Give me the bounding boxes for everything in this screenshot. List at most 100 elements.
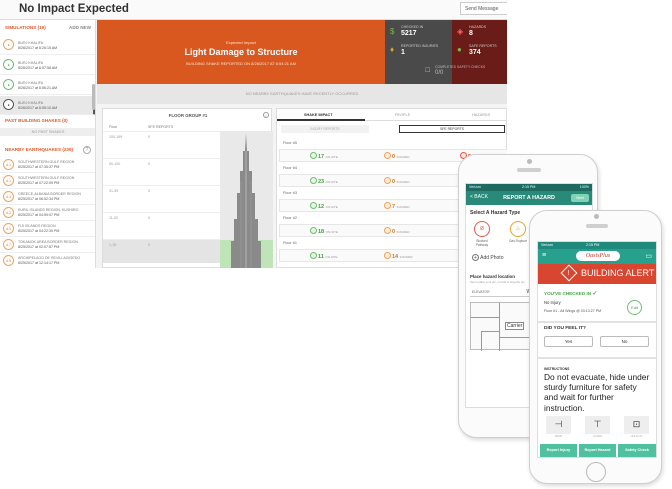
onsite-icon [310,177,317,184]
add-new-button[interactable]: ADD NEW [69,25,91,30]
dashboard: No Impact Expected Send Message SIMULATI… [0,0,507,268]
info-icon[interactable]: i [263,112,269,118]
floor-plan-map[interactable]: Carrier [470,302,537,351]
simulation-item[interactable]: ● BURJ KHALIFA 8/26/2017 at 6:57:58 AM [0,56,95,75]
injured-label: INJURED [396,180,410,184]
battery-label: 100% [579,185,589,189]
no-button[interactable]: No [600,336,649,347]
hold-on-icon: ⊡ [624,416,649,434]
floor-label: Floor #1 [283,241,297,245]
earthquake-date: 8/25/2017 at 04:22:30 PM [18,229,60,233]
earthquake-region: TOKAMOK AREA BORDER REGION [18,240,78,244]
simulation-item[interactable]: ● BURJ KHALIFA 8/26/2017 at 6:55:10 AM [0,96,95,115]
clock-label: 2:15 PM [522,185,536,189]
onsite-label: ON-SITE [325,255,338,259]
injured-icon [384,227,391,234]
simulation-name: BURJ KHALIFA [18,61,44,65]
send-message-button[interactable]: Send Message [460,2,507,15]
col-floor: Floor [109,125,118,129]
notification-icon[interactable]: ▭ [645,252,652,260]
injury-reports-toggle[interactable]: INJURY REPORTS [281,125,369,133]
simulation-item[interactable]: ● BURJ KHALIFA 8/26/2017 at 6:26:15 AM [0,36,95,55]
alert-icon: ! [560,264,578,282]
info-strip: NO NEARBY EARTHQUAKES HAVE RECENTLY OCCU… [97,84,507,104]
col-reports: SFE REPORTS [148,125,174,129]
injured-icon [384,202,391,209]
floor-select[interactable]: ELEVATOR W2 [470,288,536,297]
earthquake-item[interactable]: 4.3 GREECE-ALBANIA BORDER REGION 8/25/20… [0,189,95,205]
plan-location-label: Carrier [505,322,525,330]
earthquake-region: SOUTHWESTERN GULF REGION [18,160,75,164]
edit-button[interactable]: Edit [627,300,642,315]
floor-range: 11-30 [109,216,118,220]
sfe-reports-toggle[interactable]: SFE REPORTS [399,125,505,133]
tab-shake-impact[interactable]: SHAKE IMPACT [304,113,333,117]
earthquake-region: KURIL ISLANDS REGION, KUSHIRO [18,208,79,212]
yes-button[interactable]: Yes [544,336,593,347]
earthquake-item[interactable]: 4.1 SOUTHWESTERN GULF REGION 8/25/2017 a… [0,157,95,173]
injured-value: 0 [392,154,396,160]
simulations-header-label: SIMULATIONS (19) [5,25,46,30]
sidebar-scrollbar[interactable] [92,84,95,110]
banner-headline: Light Damage to Structure [184,47,298,57]
impact-banner: Expected Impact Light Damage to Structur… [97,20,385,84]
did-you-feel-it: DID YOU FEEL IT? [544,326,586,331]
add-photo-button[interactable]: + Add Photo [472,254,503,261]
magnitude-badge: 4.5 [3,255,14,266]
floor-range-row[interactable]: 31-59 0 [103,185,220,209]
carrier-label: Verizon [541,243,553,247]
checked-in-label: YOU'VE CHECKED IN [544,291,592,296]
simulation-item[interactable]: ● BURJ KHALIFA 8/26/2017 at 6:56:21 AM [0,76,95,95]
drop-label: DROP [554,435,563,438]
blocked-pathway-icon[interactable]: ⊘ [474,221,490,237]
drop-icon: ⊣ [546,416,571,434]
injured-label: INJURED [399,255,413,259]
safety-checks-value: 0/0 [435,70,444,76]
magnitude-badge: 4.1 [3,175,14,186]
checked-in-label: CHECKED IN [401,25,424,29]
earthquake-date: 8/25/2017 at 07:22:09 PM [18,181,60,185]
gas-rupture-icon[interactable]: ♨ [510,221,526,237]
phone-speaker [586,224,608,228]
safety-check-button[interactable]: Safety Check [618,444,656,457]
injured-label: INJURED [396,155,410,159]
onsite-value: 23 [318,179,325,185]
banner-kicker: Expected Impact [226,40,256,45]
simulation-name: BURJ KHALIFA [18,41,44,45]
injured-label: INJURED [396,230,410,234]
safety-check-icon: ☐ [425,68,431,74]
earthquake-item[interactable]: 4.5 ARCHIPELAGO DE REVILLAGIGEDO 8/25/20… [0,253,95,268]
floor-range-row[interactable]: 60-100 0 [103,158,220,182]
page-title: No Impact Expected [19,3,129,15]
floor-range-row[interactable]: 1-10 0 [103,239,220,263]
onsite-icon [310,202,317,209]
injury-icon: ♦ [390,45,395,54]
home-button[interactable] [586,462,606,482]
place-hazard-heading: Place hazard location [470,274,515,279]
next-button[interactable]: Next [571,194,589,202]
floor-range-row[interactable]: 100-199 0 [103,131,220,155]
floor-range-row[interactable]: 11-30 0 [103,212,220,236]
tab-people[interactable]: PEOPLE [395,113,410,117]
report-injury-button[interactable]: Report Injury [540,444,577,457]
earthquake-item[interactable]: 4.1 SOUTHWESTERN GULF REGION 8/25/2017 a… [0,173,95,189]
earthquake-item[interactable]: 4.7 TOKAMOK AREA BORDER REGION 8/25/2017… [0,237,95,253]
earthquake-date: 8/25/2017 at 12:14:17 PM [18,261,60,265]
simulation-status-icon: ● [3,39,14,50]
clock-label: 2:15 PM [586,243,600,247]
injured-icon [384,152,391,159]
magnitude-badge: 4.1 [3,159,14,170]
stats-panel: $ CHECKED IN 5217 ◈ HAZARDS 8 ♦ REPORTED… [385,20,507,91]
earthquake-region: FIJI ISLANDS REGION [18,224,56,228]
menu-icon[interactable]: ≡ [542,252,546,259]
injured-value: 0 [392,229,396,235]
nav-bar: < BACK REPORT A HAZARD Next [466,191,592,205]
help-icon[interactable]: ? [83,146,91,154]
earthquake-item[interactable]: 4.0 FIJI ISLANDS REGION 8/25/2017 at 04:… [0,221,95,237]
report-hazard-button[interactable]: Report Hazard [579,444,616,457]
injured-count: 0 INJURED [384,152,410,160]
simulation-date: 8/26/2017 at 6:56:21 AM [18,86,58,90]
earthquake-item[interactable]: 4.2 KURIL ISLANDS REGION, KUSHIRO 8/25/2… [0,205,95,221]
simulation-status-icon: ● [3,59,14,70]
tab-hazards[interactable]: HAZARDS [472,113,490,117]
